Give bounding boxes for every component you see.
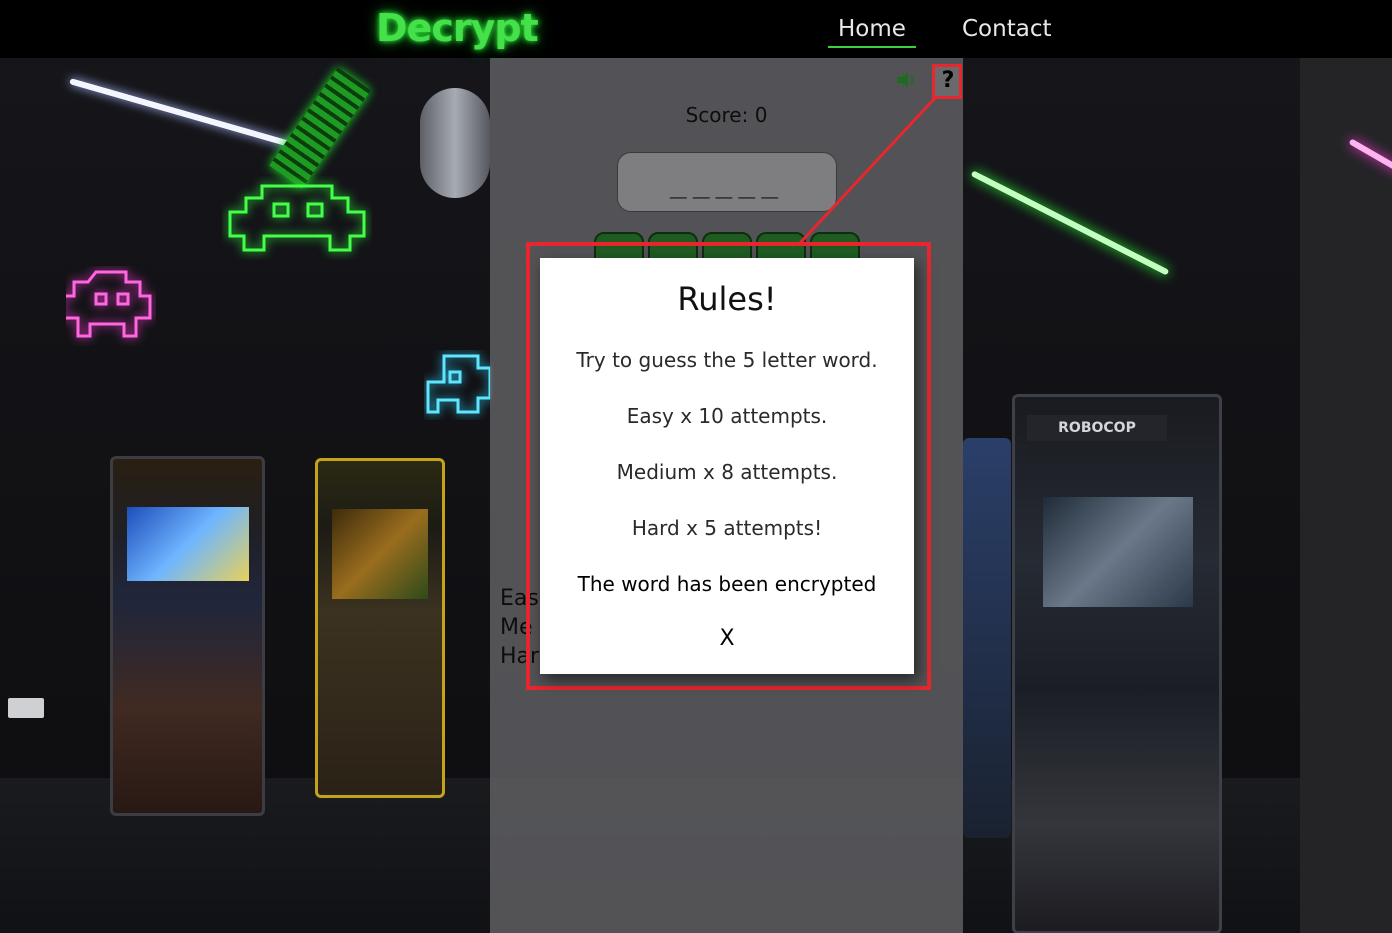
score-display: Score: 0 bbox=[685, 103, 768, 127]
cyan-space-invader-neon bbox=[426, 354, 492, 414]
mortal-kombat-cabinet bbox=[315, 458, 445, 798]
navbar: Decrypt Home Contact bbox=[0, 0, 1392, 58]
rule-line: Try to guess the 5 letter word. bbox=[576, 348, 878, 372]
encrypted-word-display: _____ bbox=[617, 152, 837, 212]
street-fighter-cabinet bbox=[110, 456, 265, 816]
rule-line: The word has been encrypted bbox=[577, 572, 877, 596]
difficulty-hard[interactable]: Har bbox=[500, 642, 539, 671]
cabinet-screen bbox=[127, 507, 249, 581]
difficulty-easy[interactable]: Eas bbox=[500, 584, 539, 613]
question-icon[interactable]: ? bbox=[935, 66, 961, 96]
rules-title: Rules! bbox=[677, 280, 777, 318]
pillar bbox=[1300, 58, 1392, 933]
rules-modal: Rules! Try to guess the 5 letter word. E… bbox=[540, 258, 914, 674]
pink-space-invader-neon bbox=[66, 270, 152, 338]
close-modal-button[interactable]: X bbox=[707, 626, 747, 656]
wall-socket bbox=[8, 698, 44, 718]
robocop-cabinet: ROBOCOP bbox=[1012, 394, 1222, 933]
neon-tube-white bbox=[69, 78, 302, 151]
green-space-invader-neon bbox=[228, 184, 366, 252]
rule-line: Easy x 10 attempts. bbox=[626, 404, 828, 428]
cable-tray bbox=[269, 67, 371, 189]
cabinet-screen bbox=[332, 509, 428, 599]
rule-line: Medium x 8 attempts. bbox=[616, 460, 838, 484]
site-logo[interactable]: Decrypt bbox=[376, 6, 539, 50]
difficulty-medium[interactable]: Me bbox=[500, 613, 539, 642]
nav-contact-link[interactable]: Contact bbox=[952, 16, 1061, 46]
speaker-icon[interactable] bbox=[895, 70, 917, 90]
rule-line: Hard x 5 attempts! bbox=[631, 516, 823, 540]
ceiling-duct bbox=[420, 88, 490, 198]
neon-tube-green bbox=[970, 170, 1170, 276]
nav-home-link[interactable]: Home bbox=[828, 16, 916, 48]
cabinet-screen bbox=[1043, 497, 1193, 607]
side-cabinet bbox=[963, 438, 1011, 838]
difficulty-options: Eas Me Har bbox=[500, 584, 539, 671]
robocop-marquee: ROBOCOP bbox=[1027, 415, 1167, 441]
